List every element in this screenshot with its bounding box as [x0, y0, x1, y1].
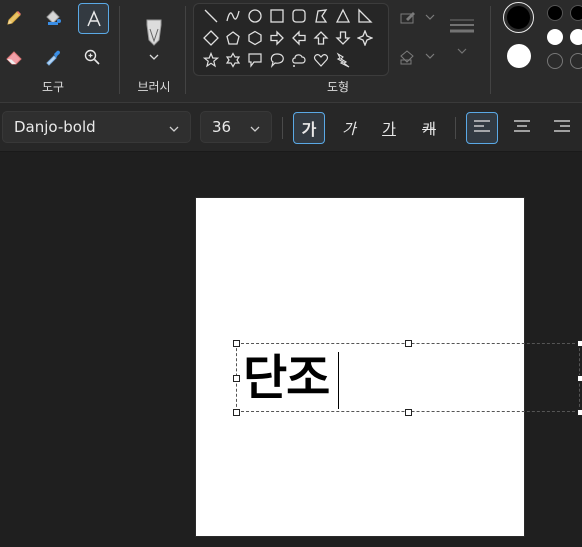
primary-color-swatch	[507, 6, 530, 29]
four-point-star-shape-icon[interactable]	[356, 29, 374, 47]
paint-bucket-icon	[43, 8, 63, 28]
polygon-shape-icon[interactable]	[312, 7, 330, 25]
right-triangle-shape-icon[interactable]	[356, 7, 374, 25]
zoom-in-icon	[83, 48, 101, 66]
rounded-rectangle-shape-icon[interactable]	[290, 7, 308, 25]
fill-tool[interactable]	[39, 4, 67, 32]
line-shape-icon[interactable]	[202, 7, 220, 25]
magnifier-tool[interactable]	[78, 43, 106, 71]
align-center-button[interactable]	[506, 112, 538, 144]
resize-handle-top-left[interactable]	[233, 340, 240, 347]
toolbar-divider	[455, 117, 456, 139]
resize-handle-top[interactable]	[405, 340, 412, 347]
curve-shape-icon[interactable]	[224, 7, 242, 25]
lightning-shape-icon[interactable]	[334, 51, 352, 69]
arrow-up-shape-icon[interactable]	[312, 29, 330, 47]
oval-callout-shape-icon[interactable]	[268, 51, 286, 69]
diamond-shape-icon[interactable]	[202, 29, 220, 47]
chevron-down-icon	[168, 121, 180, 139]
font-size-value: 36	[212, 118, 232, 136]
text-caret	[338, 352, 339, 409]
italic-button[interactable]: 가	[333, 112, 365, 144]
heart-shape-icon[interactable]	[312, 51, 330, 69]
rectangle-shape-icon[interactable]	[268, 7, 286, 25]
align-left-button[interactable]	[466, 112, 498, 144]
resize-handle-bottom-left[interactable]	[233, 409, 240, 416]
brush-button[interactable]	[139, 12, 169, 66]
underline-icon: 가	[382, 119, 396, 138]
align-center-icon	[513, 119, 531, 137]
shapes-group-label: 도형	[326, 80, 350, 94]
text-tool[interactable]	[78, 3, 109, 34]
ribbon: 도구 브러시 도형	[0, 0, 582, 103]
rectangular-callout-shape-icon[interactable]	[246, 51, 264, 69]
six-point-star-shape-icon[interactable]	[224, 51, 242, 69]
tools-group-label: 도구	[41, 80, 65, 94]
text-box-content[interactable]: 단조	[243, 348, 330, 408]
strikethrough-icon: 캐	[422, 119, 436, 138]
ribbon-divider	[185, 6, 186, 94]
five-point-star-shape-icon[interactable]	[202, 51, 220, 69]
arrow-right-shape-icon[interactable]	[268, 29, 286, 47]
pentagon-shape-icon[interactable]	[224, 29, 242, 47]
shape-outline-button[interactable]	[398, 9, 438, 29]
eyedropper-icon	[43, 47, 63, 67]
text-formatting-toolbar: Danjo-bold 36 가 가 가 캐	[0, 103, 582, 152]
chevron-down-icon	[249, 121, 261, 139]
palette-swatch[interactable]	[547, 29, 563, 45]
resize-handle-bottom[interactable]	[405, 409, 412, 416]
custom-color-slot[interactable]	[547, 53, 563, 69]
bold-button[interactable]: 가	[293, 112, 325, 144]
align-left-icon	[473, 119, 491, 137]
underline-button[interactable]: 가	[373, 112, 405, 144]
resize-handle-left[interactable]	[233, 375, 240, 382]
brushes-group-label: 브러시	[137, 80, 171, 94]
arrow-left-shape-icon[interactable]	[290, 29, 308, 47]
palette-swatch[interactable]	[570, 29, 582, 45]
brush-icon	[142, 15, 166, 63]
resize-handle-right[interactable]	[577, 375, 582, 382]
italic-icon: 가	[342, 119, 356, 138]
ribbon-divider	[119, 6, 120, 94]
pencil-icon	[4, 8, 24, 28]
triangle-shape-icon[interactable]	[334, 7, 352, 25]
primary-color-selector[interactable]	[503, 2, 534, 33]
pencil-tool[interactable]	[0, 4, 28, 32]
fill-bucket-icon	[398, 50, 438, 70]
shape-fill-button[interactable]	[398, 48, 438, 70]
bold-icon: 가	[301, 120, 317, 139]
cloud-callout-shape-icon[interactable]	[290, 51, 308, 69]
strikethrough-button[interactable]: 캐	[413, 112, 445, 144]
font-family-dropdown[interactable]: Danjo-bold	[2, 111, 191, 143]
palette-swatch[interactable]	[547, 5, 563, 21]
line-width-icon	[448, 19, 476, 65]
eraser-icon	[4, 47, 24, 67]
secondary-color-swatch[interactable]	[507, 44, 531, 68]
custom-color-slot[interactable]	[570, 53, 582, 69]
line-size-button[interactable]	[448, 17, 476, 65]
eraser-tool[interactable]	[0, 43, 28, 71]
toolbar-divider	[282, 117, 283, 139]
resize-handle-top-right[interactable]	[577, 340, 582, 347]
text-a-icon	[84, 9, 104, 29]
outline-pencil-icon	[398, 10, 438, 29]
palette-swatch[interactable]	[570, 5, 582, 21]
color-picker-tool[interactable]	[39, 43, 67, 71]
workspace: 단조	[0, 152, 582, 547]
font-family-value: Danjo-bold	[14, 118, 96, 136]
align-right-icon	[553, 119, 571, 137]
shapes-gallery	[193, 3, 389, 76]
ribbon-divider	[490, 6, 491, 94]
oval-shape-icon[interactable]	[246, 7, 264, 25]
arrow-down-shape-icon[interactable]	[334, 29, 352, 47]
align-right-button[interactable]	[546, 112, 578, 144]
hexagon-shape-icon[interactable]	[246, 29, 264, 47]
font-size-dropdown[interactable]: 36	[200, 111, 272, 143]
resize-handle-bottom-right[interactable]	[577, 409, 582, 416]
